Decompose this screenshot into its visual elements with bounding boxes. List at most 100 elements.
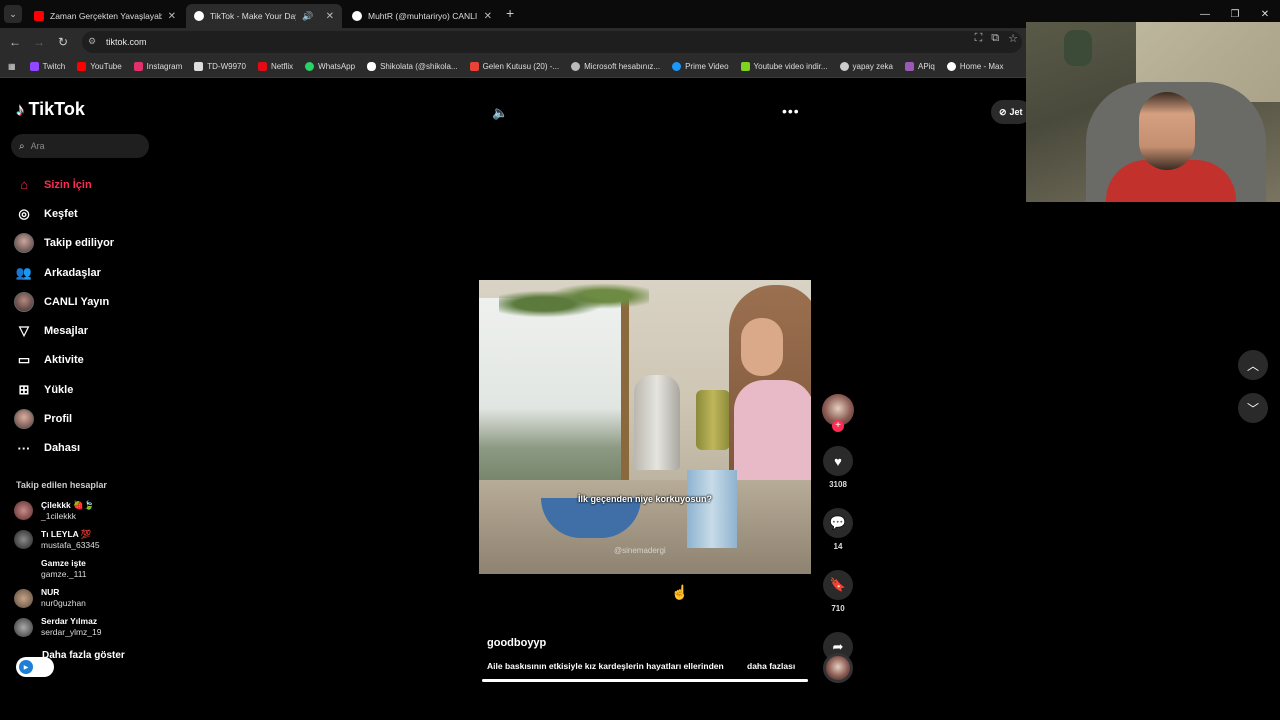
bookmark-item[interactable]: Gelen Kutusu (20) -... [469,62,559,71]
account-item[interactable]: Gamze işte gamze._111 [14,554,101,583]
translate-icon[interactable]: ⛶ [975,32,983,45]
nav-item-more[interactable]: ··· Dahası [14,434,114,463]
nav-label: Sizin İçin [44,178,92,191]
ai-icon [839,62,849,71]
youtube-favicon-icon [34,11,44,21]
nav-label: Keşfet [44,207,78,220]
bookmark-label: YouTube [90,62,122,71]
bookmark-label: Instagram [146,62,183,71]
video-progress-bar[interactable] [482,679,808,682]
next-video-button[interactable]: ﹀ [1238,393,1268,423]
apps-grid-icon[interactable]: ▦ [8,62,16,71]
bookmark-item[interactable]: Netflix [257,62,293,71]
nav-item-upload[interactable]: ⊞ Yükle [14,375,114,404]
save-button[interactable]: 🔖 [823,570,853,600]
jet-label: Jet [1009,107,1023,117]
nav-item-for-you[interactable]: ⌂ Sizin İçin [14,170,114,199]
bookmark-label: WhatsApp [318,62,356,71]
tab-youtube[interactable]: Zaman Gerçekten Yavaşlayabilir ✕ [26,4,184,28]
save-count: 710 [831,604,845,613]
reload-icon[interactable]: ↻ [51,30,75,54]
bookmark-item[interactable]: APiq [904,62,935,71]
microsoft-icon [571,62,581,71]
video-caption: Aile baskısının etkisiyle kız kardeşleri… [487,661,724,671]
compass-icon: ◎ [18,205,30,221]
gmail-icon [469,62,479,71]
new-tab-button[interactable]: + [506,5,514,21]
url-bar[interactable]: ⚙ tiktok.com [82,31,1022,53]
tab-close-icon[interactable]: ✕ [326,11,334,22]
volume-icon[interactable]: 🔈 [492,105,508,121]
avatar [14,291,34,312]
bookmark-label: Prime Video [685,62,729,71]
extension-toggle[interactable]: ▶ [16,657,54,677]
bookmark-item[interactable]: Microsoft hesabınız... [571,62,660,71]
bookmark-item[interactable]: YouTube [77,62,122,71]
site-info-icon[interactable]: ⚙ [88,36,100,48]
url-text: tiktok.com [106,37,147,47]
music-disc-avatar[interactable] [823,653,853,683]
tab-title: MuhtR (@muhtariryo) CANLI Y [368,11,478,21]
bookmark-item[interactable]: yapay zeka [839,62,893,71]
back-icon[interactable]: ← [3,30,27,54]
bookmark-item[interactable]: Youtube video indir... [740,62,828,71]
following-accounts-title: Takip edilen hesaplar [16,480,107,490]
video-author[interactable]: goodboyyp [487,637,546,649]
account-item[interactable]: Serdar Yılmaz serdar_ylmz_19 [14,613,101,642]
nav-item-profile[interactable]: Profil [14,404,114,433]
account-item[interactable]: Tı LEYLA 💯 mustafa_63345 [14,525,101,554]
account-username: mustafa_63345 [41,539,100,550]
video-player[interactable]: İlk geçenden niye korkuyosun? @sinemader… [479,280,811,574]
more-icon: ··· [17,440,31,456]
nav-item-activity[interactable]: ▭ Aktivite [14,346,114,375]
bookmark-item[interactable]: TD-W9970 [194,62,246,71]
tab-tiktok[interactable]: TikTok - Make Your Day 🔊 ✕ [186,4,342,28]
jet-button[interactable]: ⊘ Jet [991,100,1031,124]
nav-label: Takip ediliyor [44,237,115,250]
show-more-link[interactable]: Daha fazla göster [42,650,125,661]
tab-muhtr-live[interactable]: MuhtR (@muhtariryo) CANLI Y ✕ [344,4,500,28]
extension-icon: ▶ [19,660,33,674]
like-button[interactable]: ♥ [823,446,853,476]
bookmark-label: Twitch [42,62,66,71]
nav-item-explore[interactable]: ◎ Keşfet [14,199,114,228]
previous-video-button[interactable]: ︿ [1238,350,1268,380]
profile-avatar [14,409,34,430]
account-item[interactable]: NUR nur0guzhan [14,584,101,613]
nav-label: Yükle [44,383,74,396]
nav-item-following[interactable]: Takip ediliyor [14,229,114,258]
bookmark-star-icon[interactable]: ☆ [1008,32,1018,45]
search-placeholder: Ara [30,141,45,151]
bookmark-item[interactable]: WhatsApp [305,62,355,71]
bookmark-item[interactable]: Instagram [133,62,183,71]
video-scene-window [479,298,629,498]
search-input[interactable]: ⌕ Ara [11,134,149,158]
webcam-overlay [1026,22,1280,202]
tab-close-icon[interactable]: ✕ [484,11,492,22]
nav-item-messages[interactable]: ▽ Mesajlar [14,316,114,345]
bookmark-label: Shikolata (@shikola... [380,62,458,71]
comment-button[interactable]: 💬 [823,508,853,538]
tab-close-icon[interactable]: ✕ [168,11,176,22]
caption-more-link[interactable]: daha fazlası [747,661,795,671]
tab-title: TikTok - Make Your Day [210,11,297,21]
account-item[interactable]: Çilekkk 🍓🍃 _1cilekkk [14,496,101,525]
nav-item-live[interactable]: CANLI Yayın [14,287,114,316]
bookmark-item[interactable]: Twitch [29,62,66,71]
speaker-icon[interactable]: 🔊 [302,11,313,22]
tiktok-logo[interactable]: ♪ TikTok [16,99,85,120]
creator-avatar[interactable]: + [822,394,854,432]
bookmark-label: Microsoft hesabınız... [584,62,661,71]
bookmark-item[interactable]: Prime Video [672,62,729,71]
bookmark-item[interactable]: Home - Max [946,62,1003,71]
more-options-icon[interactable]: ••• [782,103,800,119]
prime-video-icon [672,62,682,71]
tab-list-button[interactable]: ⌄ [4,5,22,23]
like-count: 3108 [829,480,847,489]
follow-plus-icon[interactable]: + [832,420,844,432]
bookmark-item[interactable]: Shikolata (@shikola... [367,62,458,71]
install-app-icon[interactable]: ⧉ [991,32,999,45]
forward-icon[interactable]: → [27,30,51,54]
nav-item-friends[interactable]: 👥 Arkadaşlar [14,258,114,287]
avatar [14,559,33,579]
